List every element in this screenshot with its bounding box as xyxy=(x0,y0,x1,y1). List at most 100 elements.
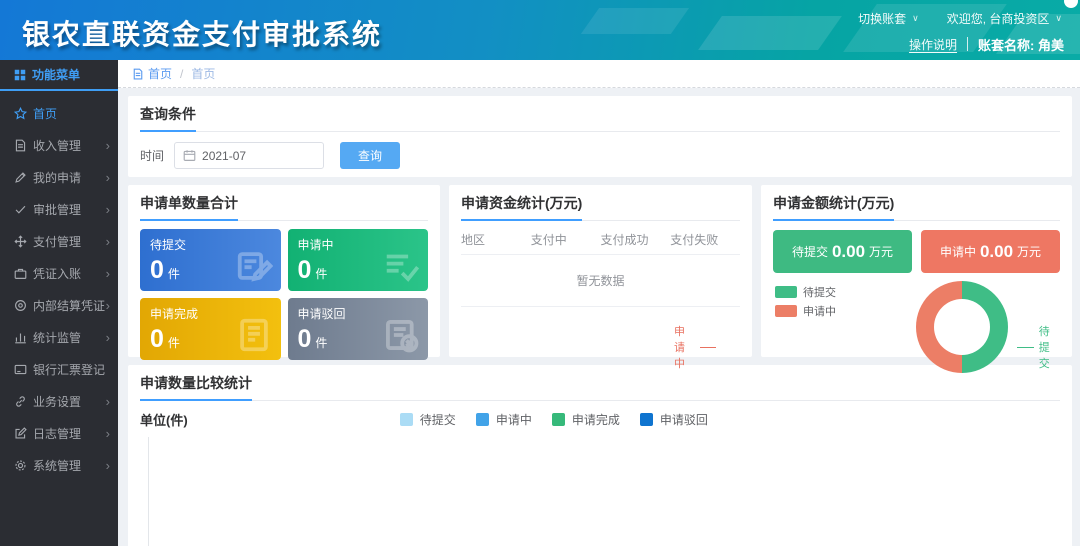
welcome-user-link[interactable]: 欢迎您, 台商投资区 xyxy=(947,10,1050,27)
grid-icon xyxy=(14,69,26,81)
sidebar-item-label: 银行汇票登记 xyxy=(33,361,110,378)
stat-card-value: 0 xyxy=(298,325,312,353)
donut-legend-item[interactable]: 申请中 xyxy=(775,304,836,318)
chevron-right-icon: › xyxy=(106,267,110,280)
legend-swatch xyxy=(640,413,653,426)
amount-badge: 待提交0.00万元 xyxy=(773,230,912,273)
header-actions: 切换账套 ∨ 欢迎您, 台商投资区 ∨ 操作说明 账套名称: 角美 xyxy=(858,7,1064,55)
amount-donut-chart: 待提交申请中 申请中 待提交 xyxy=(773,279,1060,375)
search-button[interactable]: 查询 xyxy=(340,142,400,169)
link-icon xyxy=(14,395,27,408)
compare-legend-item[interactable]: 申请完成 xyxy=(552,411,620,428)
funds-column-header: 支付失败 xyxy=(670,231,740,248)
stat-card-value: 0 xyxy=(150,256,164,284)
stat-card-applying[interactable]: 申请中0件 xyxy=(288,229,429,291)
sidebar-item-home[interactable]: 首页 xyxy=(0,97,118,129)
sidebar-item-income[interactable]: 收入管理› xyxy=(0,129,118,161)
stat-card-unit: 件 xyxy=(315,267,327,281)
funds-column-header: 支付中 xyxy=(531,231,601,248)
account-name-label: 账套名称: 角美 xyxy=(978,35,1064,54)
sidebar-item-internal-settlement[interactable]: 内部结算凭证› xyxy=(0,289,118,321)
donut-ring xyxy=(916,281,1008,373)
compare-legend-item[interactable]: 申请驳回 xyxy=(640,411,708,428)
chevron-right-icon: › xyxy=(106,459,110,472)
header-decor xyxy=(698,16,842,50)
donut-label-left: 申请中 xyxy=(674,323,716,371)
corner-dot-decor xyxy=(1064,0,1078,8)
amount-panel-title: 申请金额统计(万元) xyxy=(773,193,894,221)
main-area: 首页 / 首页 查询条件 时间 2021-07 查询 xyxy=(118,60,1080,546)
sidebar-item-approval[interactable]: 审批管理› xyxy=(0,193,118,225)
card-icon xyxy=(14,363,27,376)
move-icon xyxy=(14,235,27,248)
check-icon xyxy=(14,203,27,216)
sidebar-item-label: 首页 xyxy=(33,105,110,122)
legend-swatch xyxy=(400,413,413,426)
query-panel-head: 查询条件 xyxy=(140,104,1060,132)
summary-cards: 待提交0件申请中0件申请完成0件申请驳回0件 xyxy=(140,229,428,360)
gear-icon xyxy=(14,459,27,472)
funds-column-header: 地区 xyxy=(461,231,531,248)
amount-badges: 待提交0.00万元申请中0.00万元 xyxy=(773,230,1060,273)
breadcrumb-home[interactable]: 首页 xyxy=(148,65,172,82)
sidebar-item-bank-draft[interactable]: 银行汇票登记 xyxy=(0,353,118,385)
sidebar-item-business-settings[interactable]: 业务设置› xyxy=(0,385,118,417)
bar-chart-icon xyxy=(14,331,27,344)
sidebar-item-voucher-entry[interactable]: 凭证入账› xyxy=(0,257,118,289)
sidebar-item-payment[interactable]: 支付管理› xyxy=(0,225,118,257)
stat-card-unit: 件 xyxy=(168,267,180,281)
sidebar-item-label: 审批管理 xyxy=(33,201,106,218)
compare-chart-plot xyxy=(148,437,1056,546)
app-root: 银农直联资金支付审批系统 切换账套 ∨ 欢迎您, 台商投资区 ∨ 操作说明 账套… xyxy=(0,0,1080,546)
sidebar-item-label: 日志管理 xyxy=(33,425,106,442)
sidebar-item-system[interactable]: 系统管理› xyxy=(0,449,118,481)
stat-card-value: 0 xyxy=(298,256,312,284)
doc-x-icon xyxy=(382,316,420,354)
stat-card-unit: 件 xyxy=(168,336,180,350)
sidebar-item-my-apply[interactable]: 我的申请› xyxy=(0,161,118,193)
app-header: 银农直联资金支付审批系统 切换账套 ∨ 欢迎您, 台商投资区 ∨ 操作说明 账套… xyxy=(0,0,1080,60)
divider xyxy=(967,37,968,51)
amount-panel: 申请金额统计(万元) 待提交0.00万元申请中0.00万元 待提交申请中 申请中… xyxy=(761,185,1072,357)
breadcrumb-separator: / xyxy=(180,67,183,81)
chevron-right-icon: › xyxy=(106,331,110,344)
summary-panel-title: 申请单数量合计 xyxy=(140,193,238,221)
chevron-down-icon[interactable]: ∨ xyxy=(1055,13,1062,24)
sidebar-item-label: 系统管理 xyxy=(33,457,106,474)
sidebar-item-label: 业务设置 xyxy=(33,393,106,410)
summary-panel: 申请单数量合计 待提交0件申请中0件申请完成0件申请驳回0件 xyxy=(128,185,440,357)
switch-account-link[interactable]: 切换账套 xyxy=(858,10,906,27)
chevron-right-icon: › xyxy=(106,235,110,248)
donut-legend-item[interactable]: 待提交 xyxy=(775,285,836,299)
funds-panel-title: 申请资金统计(万元) xyxy=(461,193,582,221)
stat-card-value: 0 xyxy=(150,325,164,353)
stat-card-rejected[interactable]: 申请驳回0件 xyxy=(288,298,429,360)
time-label: 时间 xyxy=(140,147,164,164)
stats-row: 申请单数量合计 待提交0件申请中0件申请完成0件申请驳回0件 申请资金统计(万元… xyxy=(128,185,1072,357)
sidebar-item-statistics[interactable]: 统计监管› xyxy=(0,321,118,353)
sidebar-item-label: 凭证入账 xyxy=(33,265,106,282)
document-icon xyxy=(132,68,144,80)
compare-legend-item[interactable]: 待提交 xyxy=(400,411,456,428)
query-panel: 查询条件 时间 2021-07 查询 xyxy=(128,96,1072,177)
chevron-right-icon: › xyxy=(106,395,110,408)
chevron-right-icon: › xyxy=(106,299,110,312)
legend-swatch xyxy=(476,413,489,426)
time-input[interactable]: 2021-07 xyxy=(174,142,324,169)
target-icon xyxy=(14,299,27,312)
sidebar-item-label: 统计监管 xyxy=(33,329,106,346)
compare-legend-item[interactable]: 申请中 xyxy=(476,411,532,428)
stat-card-pending-submit[interactable]: 待提交0件 xyxy=(140,229,281,291)
pen-icon xyxy=(14,171,27,184)
operation-guide-link[interactable]: 操作说明 xyxy=(909,36,957,53)
list-check-icon xyxy=(382,247,420,285)
edit-icon xyxy=(14,427,27,440)
star-icon xyxy=(14,107,27,120)
breadcrumb-current: 首页 xyxy=(191,65,215,82)
stat-card-completed[interactable]: 申请完成0件 xyxy=(140,298,281,360)
chevron-down-icon[interactable]: ∨ xyxy=(912,13,919,24)
breadcrumb: 首页 / 首页 xyxy=(118,60,1080,88)
sidebar-item-label: 内部结算凭证 xyxy=(33,297,106,314)
header-decor xyxy=(581,8,689,34)
sidebar-item-log[interactable]: 日志管理› xyxy=(0,417,118,449)
